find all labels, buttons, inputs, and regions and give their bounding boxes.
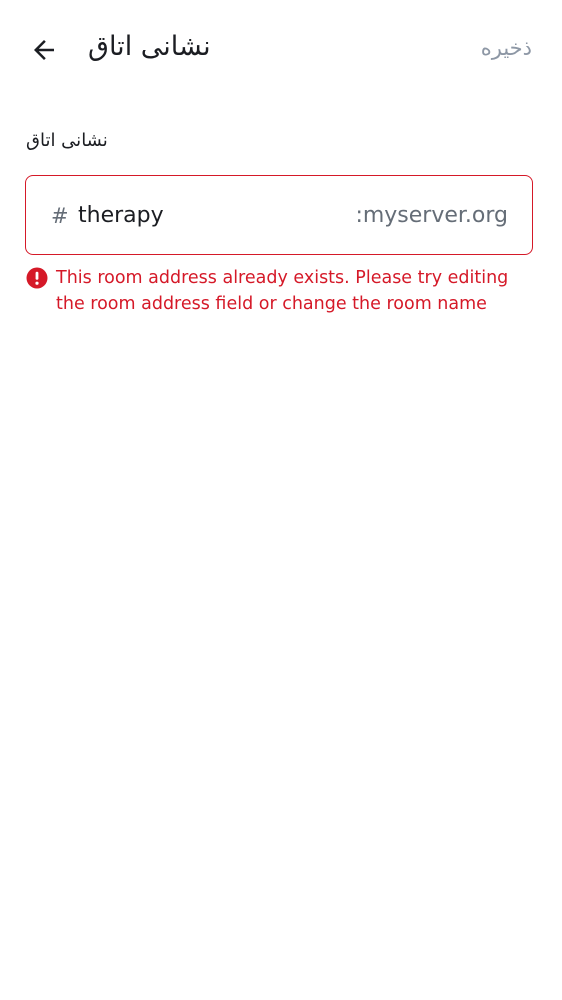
error-message: This room address already exists. Please… xyxy=(56,268,509,314)
error-circle-icon xyxy=(26,267,48,289)
save-button[interactable]: ذخیره xyxy=(481,30,532,66)
room-address-value[interactable]: therapy xyxy=(78,201,164,231)
back-button[interactable] xyxy=(22,28,66,72)
server-suffix: :myserver.org xyxy=(355,203,508,228)
arrow-left-icon xyxy=(34,40,54,60)
room-address-input[interactable]: # therapy :myserver.org xyxy=(25,175,533,255)
top-app-bar: نشانی اتاق ذخیره xyxy=(0,0,562,100)
address-field-label: نشانی اتاق xyxy=(26,130,108,151)
hash-prefix: # xyxy=(51,204,69,228)
page-title: نشانی اتاق xyxy=(88,31,211,62)
